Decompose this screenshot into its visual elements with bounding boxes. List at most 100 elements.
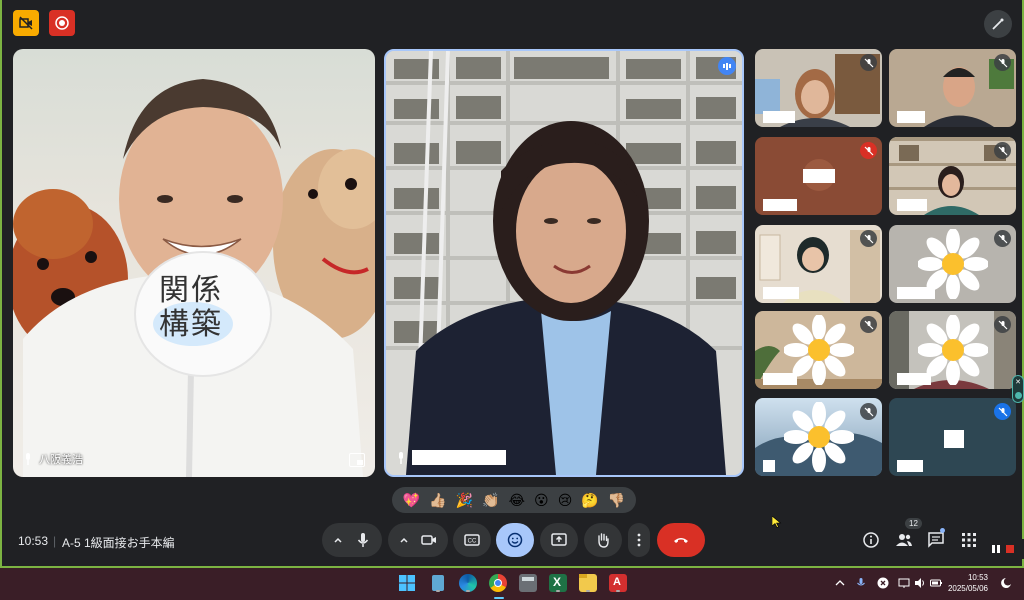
svg-text:CC: CC [468, 539, 477, 545]
participant-tile-main-left[interactable]: 関係構築 八阪義浩 [13, 49, 375, 477]
captions-button[interactable]: CC [453, 523, 491, 557]
reaction-thinking[interactable]: 🤔 [581, 492, 598, 509]
present-button[interactable] [540, 523, 578, 557]
participant-tile[interactable] [755, 311, 882, 389]
chevron-up-icon[interactable] [333, 535, 343, 545]
pip-icon[interactable] [349, 453, 365, 467]
pause-icon[interactable] [991, 544, 1001, 554]
meeting-title: A-5 1級面接お手本編 [62, 536, 175, 550]
raise-hand-button[interactable] [584, 523, 622, 557]
name-redacted [897, 111, 925, 123]
file-explorer-icon[interactable] [579, 574, 597, 592]
reaction-clap[interactable]: 👏🏼 [482, 492, 499, 509]
participant-tile[interactable] [889, 311, 1016, 389]
meeting-separator: | [53, 534, 57, 548]
meet-window: 関係構築 八阪義浩 ✕ 💖 👍🏼 🎉 👏🏼 😂 😮 😢 🤔 👎🏼 10:53 |… [0, 0, 1024, 568]
recording-controls[interactable] [982, 539, 1024, 559]
stop-icon[interactable] [1005, 544, 1015, 554]
notepad-app-icon[interactable] [429, 574, 447, 592]
chat-icon[interactable] [927, 531, 945, 549]
control-bar: 10:53 | A-5 1級面接お手本編 CC 12 [2, 518, 1024, 559]
audio-pin-icon [399, 451, 403, 464]
participant-tile[interactable] [889, 398, 1016, 476]
closed-caption-icon: CC [464, 534, 480, 546]
participant-name-tag: 八阪義浩 [23, 451, 83, 467]
name-redacted [897, 287, 935, 299]
mouse-cursor-icon [772, 516, 782, 528]
magic-pen-icon [992, 18, 1004, 30]
reaction-heart[interactable]: 💖 [403, 492, 420, 509]
reaction-surprised[interactable]: 😮 [534, 492, 549, 509]
recording-off-button[interactable] [13, 10, 39, 36]
sign-text: 関係構築 [159, 273, 223, 342]
participant-name-tag [396, 450, 506, 465]
emoji-icon [507, 532, 523, 548]
people-icon[interactable] [895, 531, 913, 549]
more-vert-icon [637, 533, 641, 547]
participant-video-left [13, 79, 375, 477]
do-not-disturb-icon[interactable] [1000, 577, 1012, 589]
participant-tile[interactable] [755, 49, 882, 127]
participant-tile-main-center[interactable] [384, 49, 744, 477]
mic-off-icon [860, 230, 877, 247]
participant-tile[interactable] [755, 137, 882, 215]
battery-icon[interactable] [930, 577, 942, 589]
mic-off-icon [860, 54, 877, 71]
participant-tile[interactable] [889, 225, 1016, 303]
info-icon[interactable] [862, 531, 880, 549]
network-icon[interactable] [898, 577, 910, 589]
more-options-button[interactable] [628, 523, 650, 557]
speaking-indicator-icon [718, 57, 736, 75]
edge-browser-icon[interactable] [459, 574, 477, 592]
participant-name-redacted [412, 450, 506, 465]
reaction-party[interactable]: 🎉 [456, 492, 473, 509]
taskbar-date: 2025/05/06 [947, 584, 988, 593]
calculator-app-icon[interactable] [519, 574, 537, 592]
effects-button[interactable] [984, 10, 1012, 38]
close-icon[interactable]: ✕ [1015, 379, 1021, 386]
name-redacted [763, 199, 797, 211]
close-circle-icon[interactable] [877, 577, 889, 589]
chrome-browser-icon[interactable] [489, 574, 507, 592]
windows-start-icon[interactable] [398, 574, 416, 592]
leave-call-button[interactable] [657, 523, 705, 557]
meeting-clock: 10:53 [18, 534, 49, 548]
mic-off-icon [860, 403, 877, 420]
reactions-bar: 💖 👍🏼 🎉 👏🏼 😂 😮 😢 🤔 👎🏼 [392, 487, 636, 513]
hand-icon [598, 533, 609, 548]
mic-off-icon [994, 403, 1011, 420]
chat-notification-dot [940, 528, 945, 533]
chevron-up-icon[interactable] [399, 535, 409, 545]
mic-off-icon [994, 54, 1011, 71]
name-redacted [763, 287, 799, 299]
present-screen-icon [551, 533, 567, 546]
record-icon [55, 16, 69, 30]
acrobat-app-icon[interactable]: A [609, 574, 627, 592]
mic-off-icon [860, 316, 877, 333]
reaction-laugh[interactable]: 😂 [509, 492, 525, 509]
participant-tile[interactable] [755, 225, 882, 303]
reaction-thumbs-up[interactable]: 👍🏼 [429, 492, 446, 509]
chrome-active-indicator [494, 597, 504, 599]
participant-tile[interactable] [889, 49, 1016, 127]
taskbar-clock[interactable]: 10:53 2025/05/06 [948, 572, 988, 594]
side-extension-widget[interactable]: ✕ [1012, 375, 1024, 403]
reaction-thumbs-down[interactable]: 👎🏼 [608, 492, 625, 509]
excel-app-icon[interactable]: X [549, 574, 567, 592]
mic-in-use-icon[interactable] [855, 577, 867, 589]
reactions-button[interactable] [496, 523, 534, 557]
chevron-up-icon[interactable] [834, 577, 846, 589]
participant-tile[interactable] [889, 137, 1016, 215]
participant-tile[interactable] [755, 398, 882, 476]
participant-name: 八阪義浩 [39, 454, 83, 466]
recording-button[interactable] [49, 10, 75, 36]
volume-icon[interactable] [914, 577, 926, 589]
activities-icon[interactable] [960, 531, 978, 549]
videocam-off-icon [19, 16, 33, 30]
mic-off-icon [994, 142, 1011, 159]
camera-button[interactable] [388, 523, 448, 557]
name-redacted [763, 373, 797, 385]
taskbar-time: 10:53 [967, 573, 988, 582]
mic-button[interactable] [322, 523, 382, 557]
reaction-sad[interactable]: 😢 [558, 492, 573, 509]
